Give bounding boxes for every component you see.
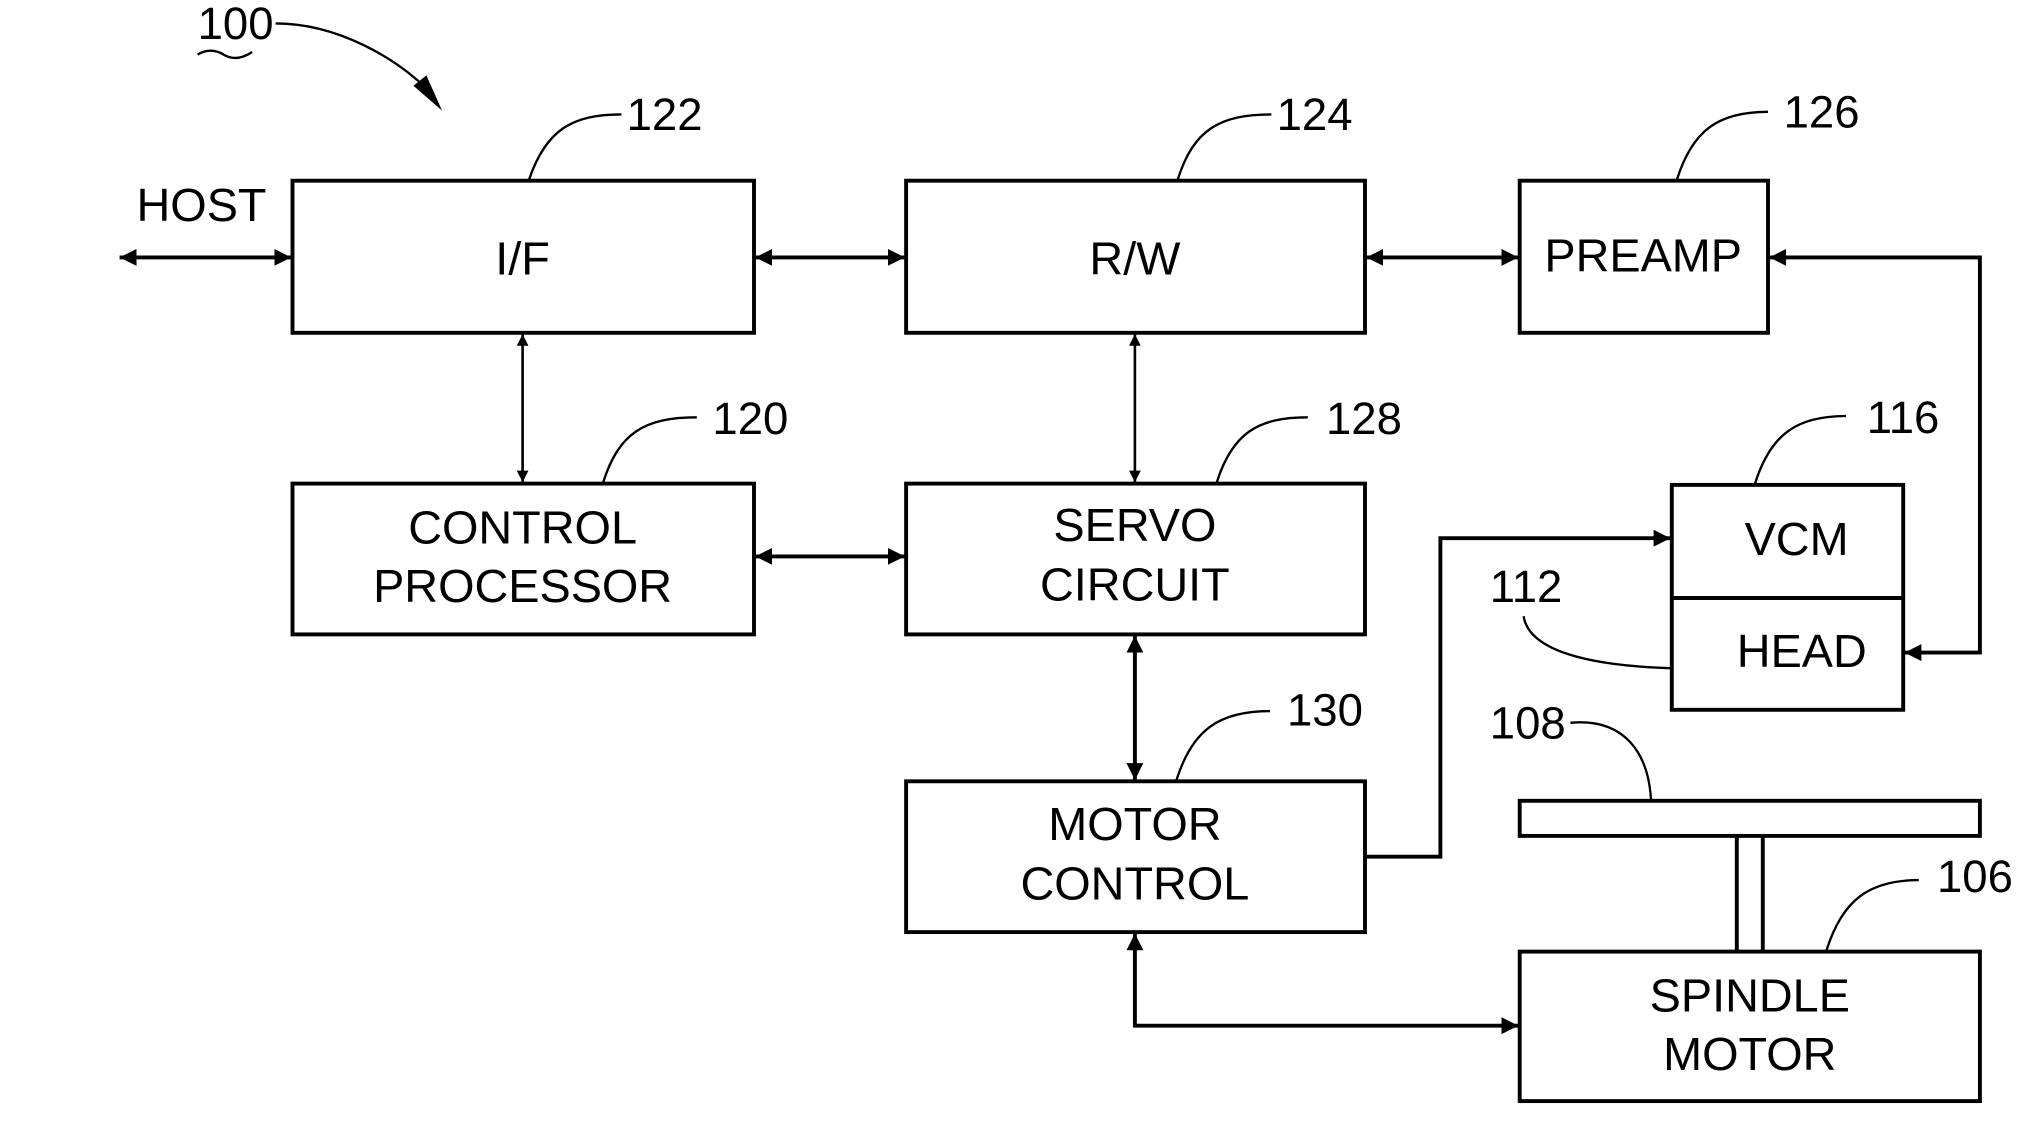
interface-block: I/F 122 (290, 89, 756, 335)
motor-control-line2: CONTROL (1020, 858, 1249, 910)
control-processor-line2: PROCESSOR (373, 560, 672, 612)
vcm-head-block: VCM HEAD 116 112 (1490, 392, 1940, 712)
servo-circuit-block: SERVO CIRCUIT 128 (904, 393, 1402, 637)
preamp-ref: 126 (1784, 86, 1860, 137)
servo-circuit-line1: SERVO (1053, 499, 1216, 551)
vcm-label: VCM (1745, 513, 1849, 565)
block-diagram: 100 HOST I/F 122 R/W 124 PREAMP 126 CONT… (119, 0, 2013, 1104)
figure-ref-underline (196, 49, 253, 60)
preamp-ref-leader (1675, 110, 1769, 180)
read-write-label: R/W (1089, 232, 1181, 284)
interface-ref: 122 (627, 89, 703, 140)
motor-control-ref: 130 (1287, 684, 1363, 735)
head-label: HEAD (1737, 625, 1867, 677)
control-processor-ref-leader (602, 416, 697, 483)
disc-ref: 108 (1490, 697, 1566, 748)
read-write-ref-leader (1176, 113, 1272, 180)
figure-ref-group: 100 (196, 0, 442, 111)
vcm-ref-leader (1753, 414, 1847, 484)
head-ref-leader (1522, 615, 1671, 670)
disc (1517, 798, 1982, 838)
spindle-motor-ref: 106 (1937, 851, 2013, 902)
preamp-block: PREAMP 126 (1517, 86, 1860, 335)
motor-control-spindle-arrow (1126, 933, 1519, 1035)
head-ref: 112 (1490, 561, 1563, 612)
control-processor-line1: CONTROL (408, 501, 637, 553)
disc-group: 108 (1490, 697, 1982, 951)
motor-control-line1: MOTOR (1048, 798, 1221, 850)
disc-ref-leader (1570, 721, 1653, 800)
figure-ref-leader (275, 22, 430, 92)
figure-ref: 100 (198, 0, 274, 49)
spindle-motor-ref-leader (1825, 878, 1919, 951)
spindle-motor-line2: MOTOR (1663, 1028, 1836, 1080)
read-write-ref: 124 (1277, 89, 1353, 140)
servo-circuit-ref-leader (1215, 416, 1308, 483)
interface-label: I/F (495, 232, 550, 284)
vcm-ref: 116 (1867, 392, 1940, 443)
control-processor-ref: 120 (712, 393, 788, 444)
control-processor-block: CONTROL PROCESSOR 120 (290, 393, 788, 637)
host-label: HOST (137, 179, 267, 231)
read-write-block: R/W 124 (904, 89, 1367, 335)
preamp-label: PREAMP (1544, 230, 1742, 282)
motor-control-ref-leader (1175, 709, 1271, 781)
servo-circuit-line2: CIRCUIT (1040, 559, 1230, 611)
interface-ref-leader (527, 113, 622, 180)
spindle-motor-line1: SPINDLE (1650, 969, 1850, 1021)
servo-circuit-ref: 128 (1326, 393, 1402, 444)
spindle-motor-block: SPINDLE MOTOR 106 (1517, 851, 2013, 1104)
